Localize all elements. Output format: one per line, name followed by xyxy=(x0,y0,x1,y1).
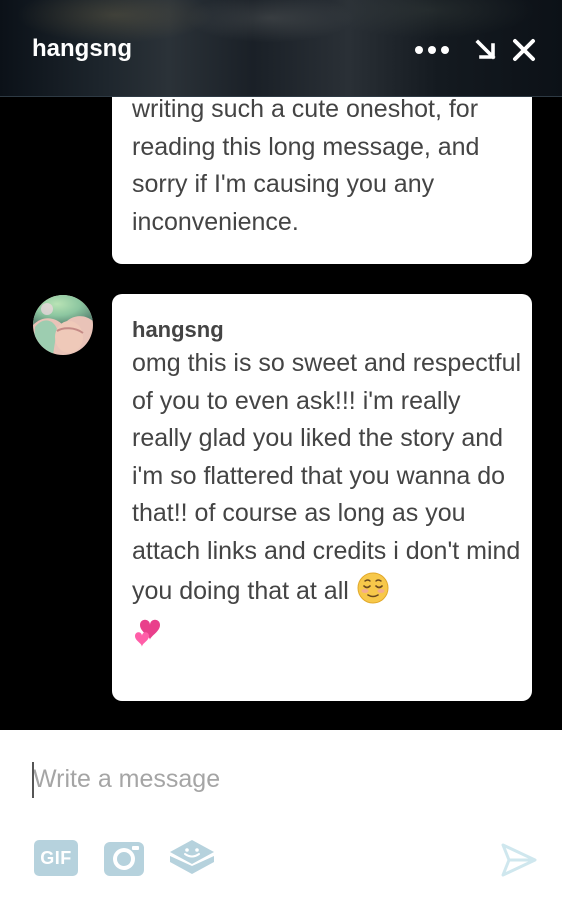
text-caret xyxy=(32,762,34,798)
avatar[interactable] xyxy=(33,295,93,355)
chat-header: hangsng xyxy=(0,0,562,97)
message-bubble: hangsng omg this is so sweet and respect… xyxy=(112,294,532,701)
close-icon[interactable] xyxy=(512,36,536,69)
send-icon[interactable] xyxy=(500,842,538,883)
gif-icon[interactable]: GIF xyxy=(34,840,78,876)
minimize-icon[interactable] xyxy=(474,36,498,69)
message-text-container: omg this is so sweet and respectful of y… xyxy=(132,345,527,662)
more-icon[interactable] xyxy=(414,36,450,69)
gif-label: GIF xyxy=(40,847,72,868)
two-hearts-emoji xyxy=(132,616,166,662)
camera-icon[interactable] xyxy=(102,838,146,883)
message-text: omg this is so sweet and respectful of y… xyxy=(132,349,522,605)
sender-name: hangsng xyxy=(132,317,224,342)
relieved-face-emoji xyxy=(356,571,390,617)
sticker-icon[interactable] xyxy=(166,836,218,887)
message-thread[interactable]: writing such a cute oneshot, for reading… xyxy=(0,97,562,730)
composer: GIF xyxy=(0,730,562,904)
conversation-title: hangsng xyxy=(32,35,132,62)
message-text: writing such a cute oneshot, for reading… xyxy=(132,97,480,236)
message-bubble: writing such a cute oneshot, for reading… xyxy=(112,97,532,264)
message-input[interactable] xyxy=(33,761,513,797)
